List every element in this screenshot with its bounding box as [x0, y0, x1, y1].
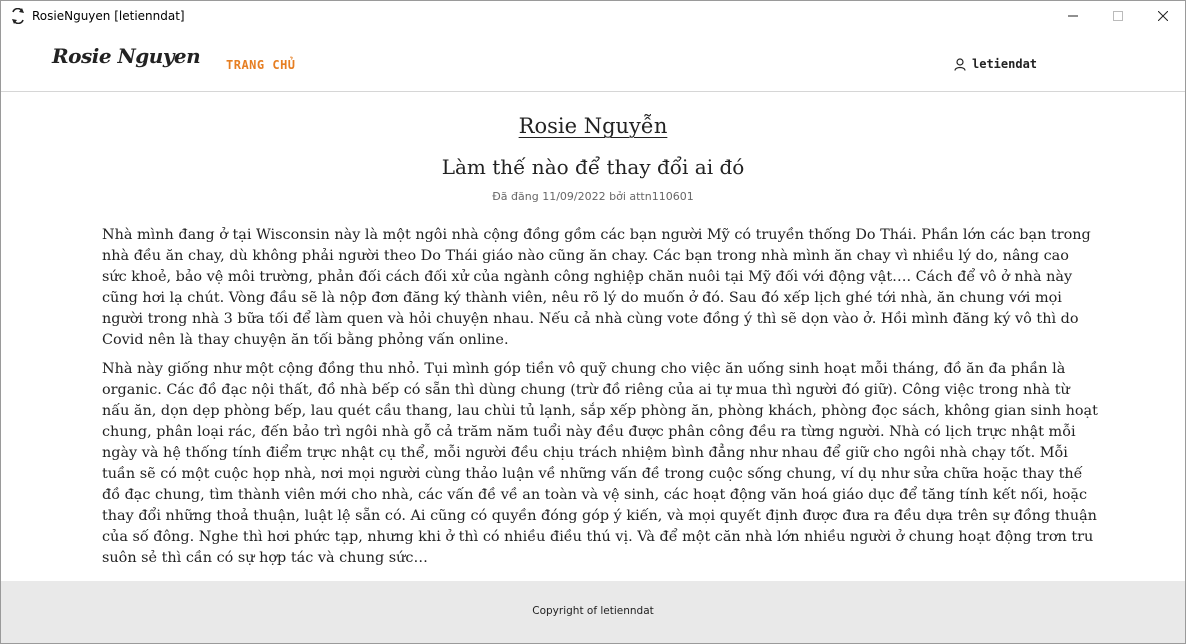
maximize-icon: [1112, 11, 1123, 21]
close-icon: [1157, 11, 1168, 21]
close-button[interactable]: [1140, 1, 1185, 31]
post-meta: Đã đăng 11/09/2022 bởi attn110601: [492, 190, 694, 203]
post-title: Làm thế nào để thay đổi ai đó: [441, 155, 745, 179]
maximize-button[interactable]: [1095, 1, 1140, 31]
minimize-icon: [1067, 15, 1078, 17]
title-bar[interactable]: RosieNguyen [letienndat]: [1, 1, 1185, 31]
username: letiendat: [972, 57, 1038, 71]
window-title: RosieNguyen [letienndat]: [32, 9, 185, 23]
nav-home-link[interactable]: TRANG CHỦ: [226, 58, 296, 72]
post-paragraph-1: Nhà mình đang ở tại Wisconsin này là một…: [102, 227, 1091, 348]
user-menu[interactable]: letiendat: [954, 57, 1037, 71]
window-controls: [1050, 1, 1185, 31]
post-paragraph-2: Nhà này giống như một cộng đồng thu nhỏ.…: [102, 361, 1098, 566]
app-icon: [10, 8, 26, 24]
footer: Copyright of letienndat: [1, 581, 1185, 643]
brand-logo[interactable]: Rosie Nguyen: [52, 44, 201, 68]
footer-copyright: Copyright of letienndat: [532, 605, 654, 617]
main-content: Rosie Nguyễn Làm thế nào để thay đổi ai …: [1, 92, 1185, 581]
user-icon: [954, 57, 966, 71]
blog-title-link[interactable]: Rosie Nguyễn: [1, 114, 1185, 138]
navbar: Rosie Nguyen TRANG CHỦ letiendat: [1, 31, 1185, 92]
post-body: Nhà mình đang ở tại Wisconsin này là một…: [102, 225, 1098, 577]
app-window: RosieNguyen [letienndat] Rosie Nguyen TR…: [0, 0, 1186, 644]
minimize-button[interactable]: [1050, 1, 1095, 31]
